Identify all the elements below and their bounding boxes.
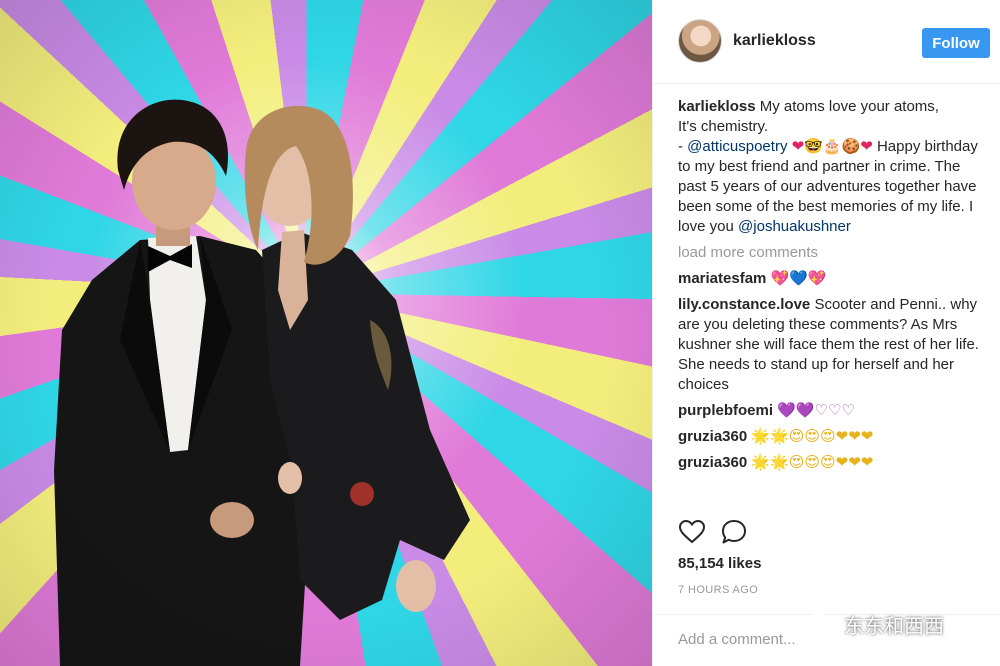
comment-item: purplebfoemi 💜💜♡♡♡ bbox=[678, 401, 990, 421]
wechat-logo-icon bbox=[808, 613, 838, 635]
comment-item: gruzia360 🌟🌟😍😍😍❤❤❤ bbox=[678, 453, 990, 473]
caption-username[interactable]: karliekloss bbox=[678, 98, 756, 115]
comment-username[interactable]: purplebfoemi bbox=[678, 402, 773, 419]
avatar[interactable] bbox=[678, 19, 722, 63]
comment-emoji: 💜💜♡♡♡ bbox=[777, 402, 855, 419]
comments-section: karliekloss My atoms love your atoms, It… bbox=[678, 97, 990, 479]
comment-emoji: 💖💙💖 bbox=[770, 270, 827, 287]
post-timestamp[interactable]: 7 HOURS AGO bbox=[678, 584, 758, 596]
photo-vignette bbox=[0, 0, 652, 666]
caption-mention-joshuakushner[interactable]: @joshuakushner bbox=[738, 218, 851, 235]
comment-item: mariatesfam 💖💙💖 bbox=[678, 269, 990, 289]
comment-bubble-icon[interactable] bbox=[720, 518, 748, 546]
post-side-panel: karliekloss Follow karliekloss My atoms … bbox=[652, 0, 1000, 666]
load-more-comments-link[interactable]: load more comments bbox=[678, 243, 990, 263]
comment-username[interactable]: gruzia360 bbox=[678, 428, 747, 445]
follow-button[interactable]: Follow bbox=[922, 28, 990, 58]
watermark-text: 东东和西西 bbox=[844, 613, 944, 638]
post-header: karliekloss Follow bbox=[653, 0, 1000, 84]
comment-username[interactable]: lily.constance.love bbox=[678, 296, 810, 313]
likes-count[interactable]: 85,154 likes bbox=[678, 555, 761, 572]
caption-dash: - bbox=[678, 138, 688, 155]
comment-item: gruzia360 🌟🌟😍😍😍❤❤❤ bbox=[678, 427, 990, 447]
caption-emoji: ❤🤓🎂🍪❤ bbox=[791, 138, 873, 155]
comment-username[interactable]: gruzia360 bbox=[678, 454, 747, 471]
heart-outline-icon[interactable] bbox=[678, 518, 706, 546]
post-actions bbox=[678, 518, 990, 548]
post-photo[interactable] bbox=[0, 0, 652, 666]
comment-username[interactable]: mariatesfam bbox=[678, 270, 766, 287]
caption-mention-atticuspoetry[interactable]: @atticuspoetry bbox=[687, 138, 787, 155]
caption-line2: It's chemistry. bbox=[678, 118, 769, 135]
caption-line1: My atoms love your atoms, bbox=[759, 98, 939, 115]
comment-emoji: 🌟🌟😍😍😍❤❤❤ bbox=[751, 428, 874, 445]
header-username[interactable]: karliekloss bbox=[733, 32, 816, 50]
post-caption: karliekloss My atoms love your atoms, It… bbox=[678, 97, 990, 237]
watermark: 东东和西西 bbox=[808, 606, 944, 642]
comment-item: lily.constance.love Scooter and Penni.. … bbox=[678, 295, 990, 395]
comment-emoji: 🌟🌟😍😍😍❤❤❤ bbox=[751, 454, 874, 471]
